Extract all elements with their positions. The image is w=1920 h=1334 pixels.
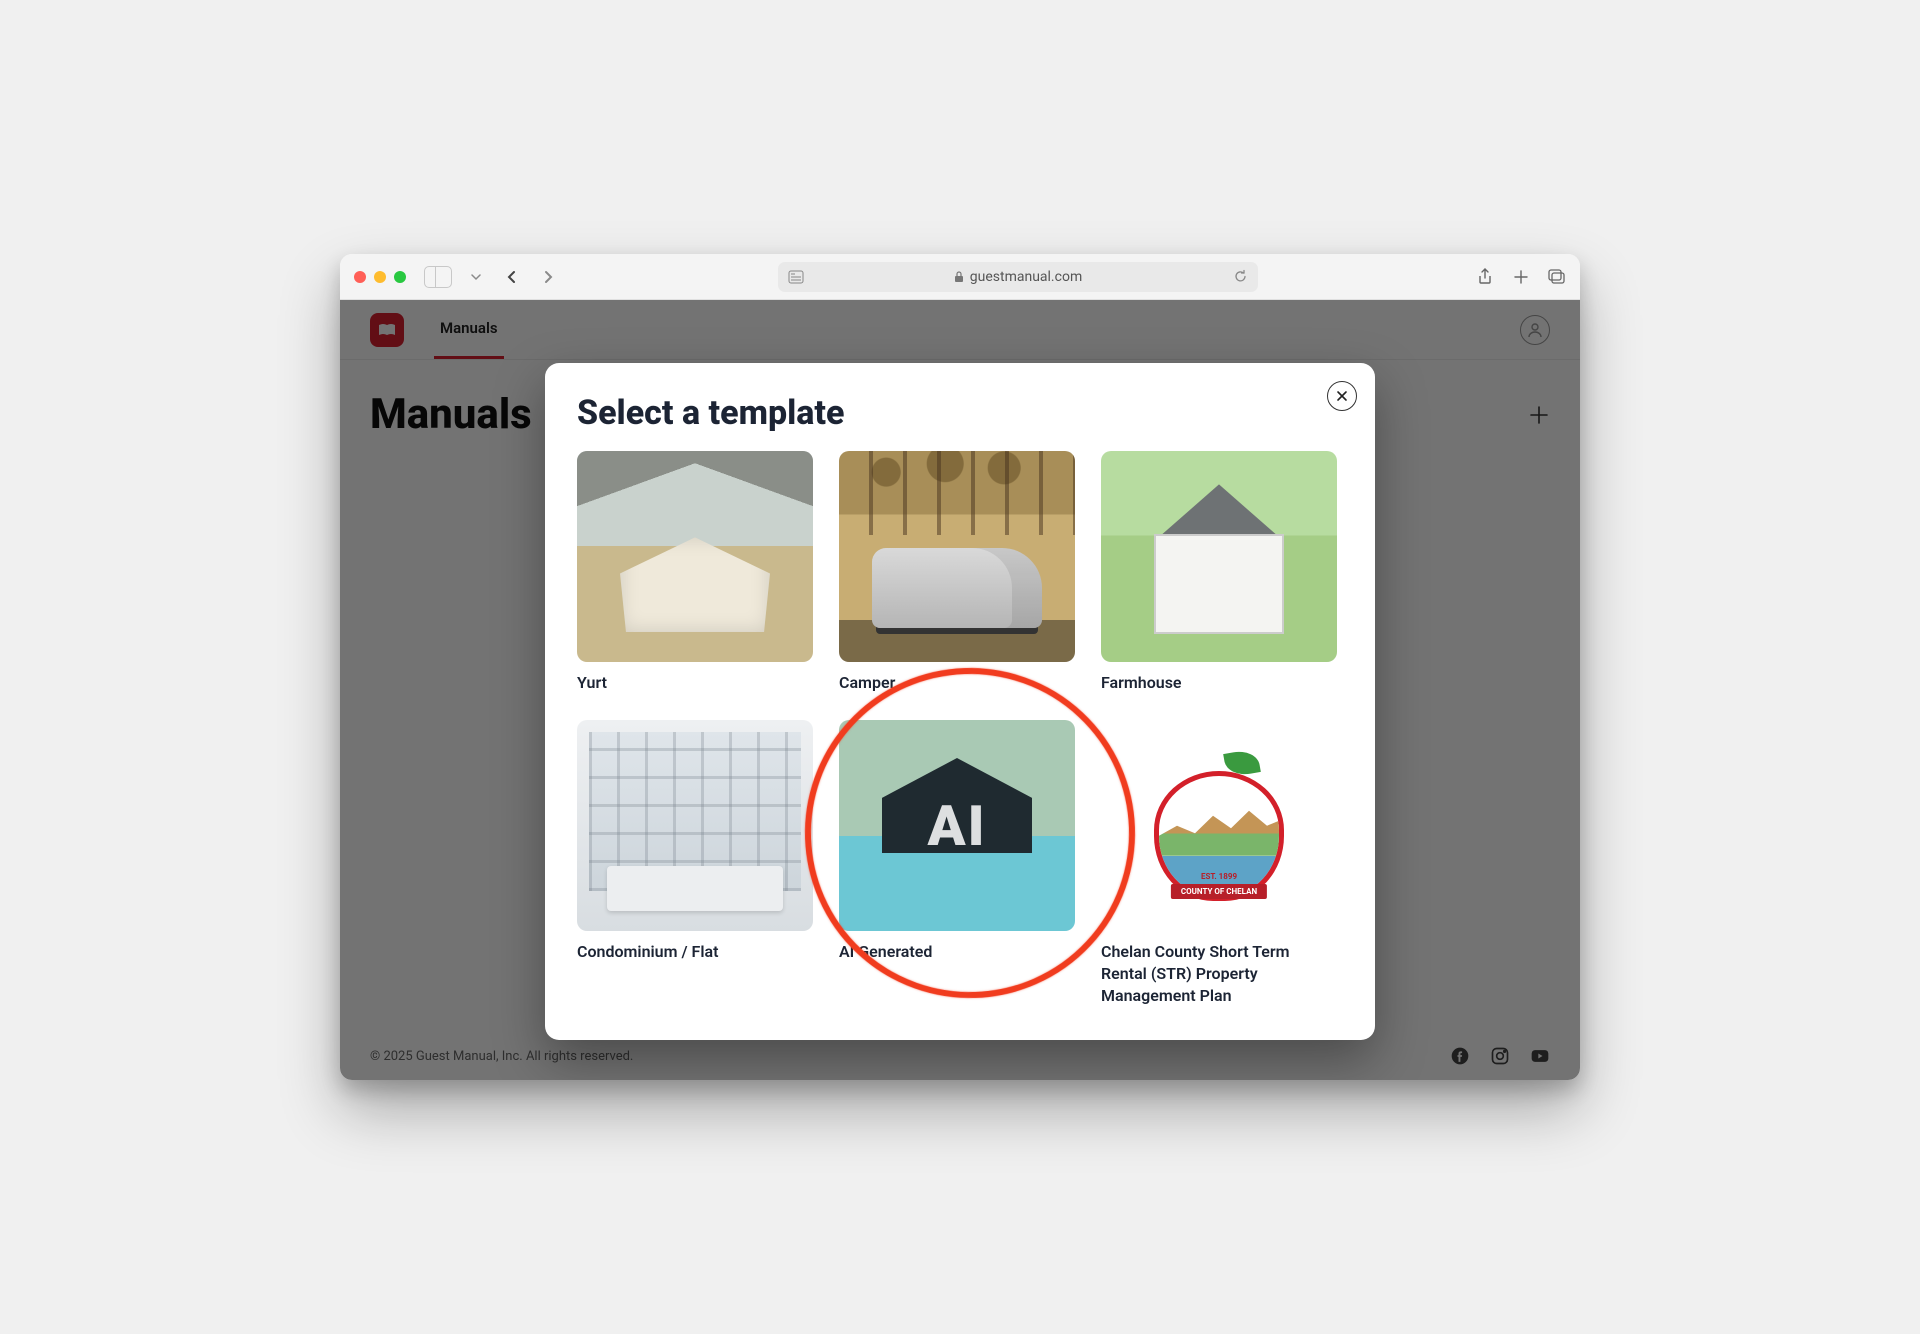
template-thumb xyxy=(577,451,813,662)
footer: © 2025 Guest Manual, Inc. All rights res… xyxy=(370,1046,1550,1066)
browser-toolbar: guestmanual.com xyxy=(340,254,1580,300)
refresh-icon[interactable] xyxy=(1233,269,1248,284)
window-controls xyxy=(354,271,406,283)
template-card-camper[interactable]: Camper xyxy=(839,451,1075,694)
lock-icon xyxy=(954,271,964,283)
close-window-button[interactable] xyxy=(354,271,366,283)
template-label: Chelan County Short Term Rental (STR) Pr… xyxy=(1101,941,1337,1006)
template-thumb: EST. 1899 COUNTY OF CHELAN xyxy=(1101,720,1337,931)
template-thumb: AI xyxy=(839,720,1075,931)
template-thumb xyxy=(839,451,1075,662)
template-card-ai-generated[interactable]: AI AI Generated xyxy=(839,720,1075,1006)
modal-close-button[interactable] xyxy=(1327,381,1357,411)
modal-title: Select a template xyxy=(577,393,1343,433)
youtube-icon[interactable] xyxy=(1530,1046,1550,1066)
chelan-est-text: EST. 1899 xyxy=(1201,872,1237,881)
chelan-apple-badge: EST. 1899 COUNTY OF CHELAN xyxy=(1149,751,1289,901)
template-label: Farmhouse xyxy=(1101,672,1337,694)
app-logo[interactable] xyxy=(370,313,404,347)
browser-window: guestmanual.com Manuals xyxy=(340,254,1580,1080)
template-card-yurt[interactable]: Yurt xyxy=(577,451,813,694)
page-title: Manuals xyxy=(370,390,532,439)
template-grid: Yurt Camper Farmhouse Condominium / Flat xyxy=(577,451,1343,1006)
template-label: Condominium / Flat xyxy=(577,941,813,963)
template-card-chelan[interactable]: EST. 1899 COUNTY OF CHELAN Chelan County… xyxy=(1101,720,1337,1006)
forward-button[interactable] xyxy=(536,265,560,289)
minimize-window-button[interactable] xyxy=(374,271,386,283)
back-button[interactable] xyxy=(500,265,524,289)
app-nav: Manuals xyxy=(340,300,1580,360)
template-modal: Select a template Yurt Camper Farmhouse … xyxy=(545,363,1375,1040)
reader-icon[interactable] xyxy=(788,270,804,284)
maximize-window-button[interactable] xyxy=(394,271,406,283)
template-label: Yurt xyxy=(577,672,813,694)
tabs-icon[interactable] xyxy=(1548,268,1566,286)
instagram-icon[interactable] xyxy=(1490,1046,1510,1066)
page: Manuals Manuals © 2025 Guest Manual, Inc… xyxy=(340,300,1580,1080)
facebook-icon[interactable] xyxy=(1450,1046,1470,1066)
template-card-farmhouse[interactable]: Farmhouse xyxy=(1101,451,1337,694)
dropdown-icon[interactable] xyxy=(464,265,488,289)
template-label: AI Generated xyxy=(839,941,1075,963)
url-text: guestmanual.com xyxy=(970,269,1082,285)
template-thumb xyxy=(577,720,813,931)
nav-tab-manuals[interactable]: Manuals xyxy=(434,300,504,359)
social-links xyxy=(1450,1046,1550,1066)
account-avatar[interactable] xyxy=(1520,315,1550,345)
new-tab-icon[interactable] xyxy=(1512,268,1530,286)
add-manual-button[interactable] xyxy=(1528,404,1550,426)
template-thumb xyxy=(1101,451,1337,662)
address-bar-container: guestmanual.com xyxy=(572,262,1464,292)
sidebar-toggle-button[interactable] xyxy=(424,266,452,288)
ai-overlay-text: AI xyxy=(927,793,986,859)
footer-copyright: © 2025 Guest Manual, Inc. All rights res… xyxy=(370,1049,633,1064)
share-icon[interactable] xyxy=(1476,268,1494,286)
address-bar[interactable]: guestmanual.com xyxy=(778,262,1258,292)
template-label: Camper xyxy=(839,672,1075,694)
chelan-banner-text: COUNTY OF CHELAN xyxy=(1171,884,1267,899)
template-card-condo[interactable]: Condominium / Flat xyxy=(577,720,813,1006)
browser-actions xyxy=(1476,268,1566,286)
nav-tabs: Manuals xyxy=(434,300,504,359)
